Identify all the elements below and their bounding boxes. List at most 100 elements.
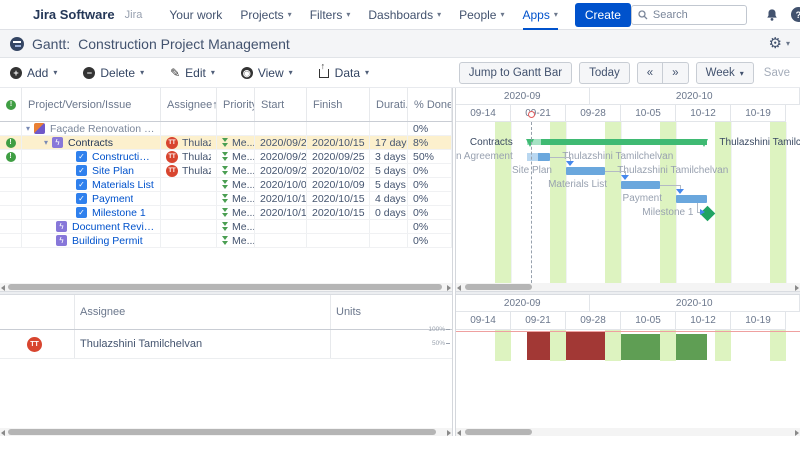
data-menu-button[interactable]: Data▾ — [319, 66, 369, 80]
week-cell[interactable]: 10-19 — [731, 105, 786, 122]
allocation-bar[interactable] — [621, 334, 660, 360]
scrollbar-right-arrow[interactable] — [447, 430, 451, 436]
issue-row[interactable]: ✓Materials ListMe...2020/10/052020/10/09… — [0, 178, 452, 192]
issue-name[interactable]: Document Review — [72, 221, 155, 233]
histogram-horizontal-scrollbar[interactable] — [456, 428, 800, 436]
view-menu-button[interactable]: ◉View▾ — [241, 66, 293, 80]
chart-horizontal-scrollbar[interactable] — [456, 283, 800, 291]
issue-name[interactable]: Milestone 1 — [92, 207, 146, 219]
bar-label-left: Materials List — [548, 179, 607, 191]
resource-row[interactable]: TT Thulazshini Tamilchelvan — [0, 330, 452, 359]
issue-row[interactable]: ▾Façade Renovation Project0% — [0, 122, 452, 136]
resources-horizontal-scrollbar[interactable] — [0, 428, 452, 436]
eye-icon: ◉ — [241, 67, 253, 79]
resources-col-units[interactable]: Units — [336, 306, 361, 318]
issue-row[interactable]: !▾ϟContractsTTThulazsh...Me...2020/09/23… — [0, 136, 452, 150]
today-button[interactable]: Today — [579, 62, 630, 84]
table-horizontal-scrollbar[interactable] — [0, 283, 452, 291]
issue-name[interactable]: Materials List — [92, 179, 154, 191]
week-cell[interactable]: 09-14 — [456, 312, 511, 330]
save-button[interactable]: Save — [764, 67, 790, 79]
weekend-stripe — [550, 330, 566, 361]
assignee-cell — [161, 192, 217, 205]
priority-cell: Me... — [217, 220, 255, 233]
issue-row[interactable]: !✓Construction AgreementTTThulazsh...Me.… — [0, 150, 452, 164]
issue-row[interactable]: ϟDocument ReviewMe...0% — [0, 220, 452, 234]
issue-name[interactable]: Contracts — [68, 137, 113, 149]
column-header-Priority[interactable]: Priority — [217, 88, 255, 121]
gantt-task-bar[interactable] — [676, 195, 707, 203]
nav-dashboards[interactable]: Dashboards▾ — [368, 0, 441, 30]
resources-col-assignee[interactable]: Assignee — [80, 306, 125, 318]
issue-row[interactable]: ϟBuilding PermitMe...0% — [0, 234, 452, 248]
scrollbar-left-arrow[interactable] — [457, 430, 461, 436]
nav-your-work[interactable]: Your work — [169, 0, 222, 30]
column-header-Project/Version/Issue[interactable]: Project/Version/Issue — [22, 88, 161, 121]
scrollbar-right-arrow[interactable] — [795, 430, 799, 436]
issue-name[interactable]: Construction Agreement — [92, 151, 155, 163]
nav-projects[interactable]: Projects▾ — [240, 0, 291, 30]
scrollbar-thumb[interactable] — [8, 284, 442, 290]
gantt-summary-bar[interactable] — [527, 139, 708, 145]
scrollbar-thumb[interactable] — [465, 284, 532, 290]
scroll-left-button[interactable]: « — [637, 62, 663, 84]
gantt-settings-button[interactable]: ⚙ ▾ — [769, 36, 790, 51]
priority-cell: Me... — [217, 206, 255, 219]
week-cell[interactable]: 09-28 — [566, 312, 621, 330]
expand-caret-icon[interactable]: ▾ — [44, 138, 48, 147]
delete-menu-button[interactable]: −Delete▾ — [83, 66, 144, 80]
help-icon[interactable]: ? — [791, 7, 800, 22]
week-cell[interactable]: 10-12 — [676, 105, 731, 122]
issue-name[interactable]: Site Plan — [92, 165, 134, 177]
week-cell[interactable]: 09-21 — [511, 312, 566, 330]
week-cell[interactable]: 09-28 — [566, 105, 621, 122]
week-gridline — [566, 122, 567, 283]
week-cell[interactable]: 10-05 — [621, 105, 676, 122]
week-cell[interactable]: 09-21 — [511, 105, 566, 122]
gantt-task-bar[interactable] — [527, 153, 551, 161]
start-cell: 2020/09/23 — [255, 150, 307, 163]
column-header-Durati...[interactable]: Durati... — [370, 88, 408, 121]
scrollbar-thumb[interactable] — [8, 429, 436, 435]
issue-name[interactable]: Façade Renovation Project — [50, 123, 155, 135]
brand-title[interactable]: Jira Software — [33, 7, 115, 22]
week-cell[interactable]: 10-19 — [731, 312, 786, 330]
expand-caret-icon[interactable]: ▾ — [26, 124, 30, 133]
column-header-Assignee[interactable]: Assignee ↑ — [161, 88, 217, 121]
priority-medium-icon — [222, 152, 228, 162]
week-cell[interactable]: 09-14 — [456, 105, 511, 122]
issue-row[interactable]: ✓Site PlanTTThulazsh...Me...2020/09/2820… — [0, 164, 452, 178]
issue-name[interactable]: Building Permit — [72, 235, 143, 247]
column-header-Start[interactable]: Start — [255, 88, 307, 121]
create-button[interactable]: Create — [575, 3, 631, 27]
column-header-status[interactable]: ! — [0, 88, 22, 121]
overallocation-bar[interactable] — [527, 332, 551, 360]
column-header-Finish[interactable]: Finish — [307, 88, 370, 121]
add-menu-button[interactable]: +Add▾ — [10, 66, 57, 80]
issue-row[interactable]: ✓Milestone 1Me...2020/10/152020/10/150 d… — [0, 206, 452, 220]
search-input[interactable]: Search — [631, 5, 747, 25]
assignee-name: Thulazsh... — [182, 151, 211, 163]
scroll-right-button[interactable]: » — [663, 62, 688, 84]
week-cell[interactable]: 10-12 — [676, 312, 731, 330]
scrollbar-left-arrow[interactable] — [1, 430, 5, 436]
column-header-% Done[interactable]: % Done — [408, 88, 452, 121]
weekend-stripe — [495, 330, 511, 361]
gantt-task-bar[interactable] — [621, 181, 660, 189]
overallocation-bar[interactable] — [566, 332, 605, 360]
nav-filters[interactable]: Filters▾ — [310, 0, 351, 30]
gantt-task-bar[interactable] — [566, 167, 605, 175]
edit-menu-button[interactable]: ✎Edit▾ — [170, 66, 215, 80]
allocation-bar[interactable] — [676, 334, 707, 360]
issue-name[interactable]: Payment — [92, 193, 133, 205]
units-tick-50: 50% — [432, 340, 450, 347]
nav-apps[interactable]: Apps▾ — [523, 0, 558, 30]
scrollbar-thumb[interactable] — [465, 429, 532, 435]
notifications-bell-icon[interactable] — [765, 8, 779, 22]
jump-to-gantt-bar-button[interactable]: Jump to Gantt Bar — [459, 62, 572, 84]
issue-row[interactable]: ✓PaymentMe...2020/10/122020/10/154 days0… — [0, 192, 452, 206]
week-cell[interactable]: 10-05 — [621, 312, 676, 330]
nav-people[interactable]: People▾ — [459, 0, 504, 30]
zoom-level-dropdown[interactable]: Week▾ — [696, 62, 754, 84]
issue-name-cell: ✓Milestone 1 — [22, 206, 161, 219]
